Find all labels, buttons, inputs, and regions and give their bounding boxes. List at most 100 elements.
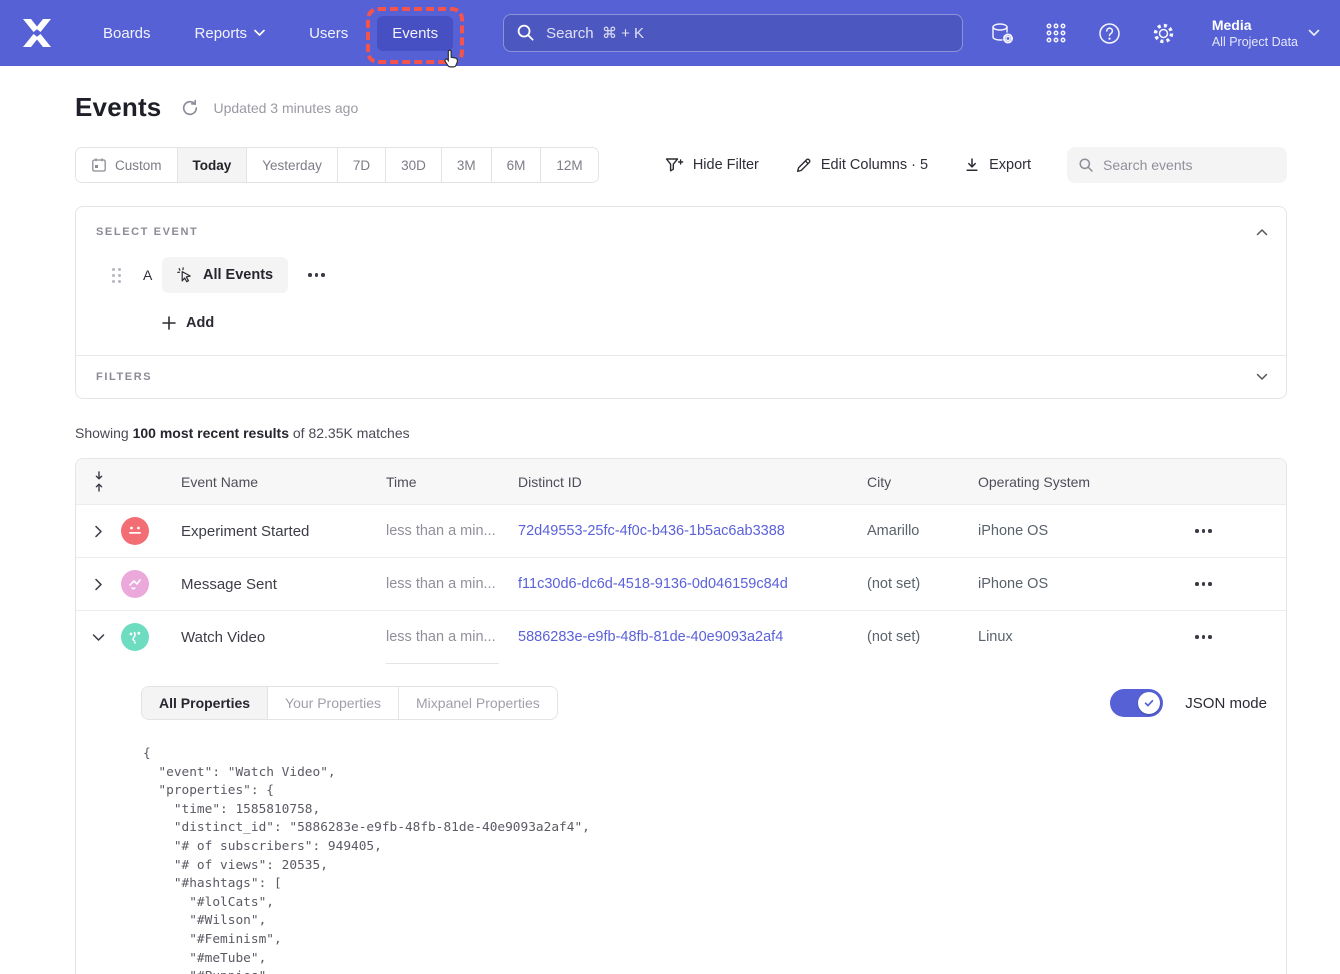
query-builder-card: SELECT EVENT A All Events Add <box>75 206 1287 399</box>
date-range-12m[interactable]: 12M <box>540 148 597 182</box>
refresh-icon[interactable] <box>181 99 199 117</box>
cell-city: (not set) <box>867 576 978 592</box>
cell-distinct-id-link[interactable]: 5886283e-e9fb-48fb-81de-40e9093a2af4 <box>518 629 783 645</box>
event-more-icon[interactable] <box>302 267 331 283</box>
expand-collapse-all-icon[interactable] <box>76 471 121 492</box>
cell-time: less than a min... <box>386 558 518 610</box>
filters-section-toggle[interactable]: FILTERS <box>76 356 1286 398</box>
project-switcher[interactable]: Media All Project Data <box>1212 16 1320 50</box>
nav-right-group: Media All Project Data <box>990 16 1320 50</box>
row-more-icon[interactable] <box>1189 523 1218 539</box>
search-icon <box>1078 157 1094 173</box>
nav-item-boards[interactable]: Boards <box>88 16 166 51</box>
cell-city: Amarillo <box>867 523 978 539</box>
row-more-icon[interactable] <box>1189 629 1218 645</box>
event-avatar <box>121 570 149 598</box>
col-city: City <box>867 474 978 490</box>
nav-menu: Boards Reports Users Events <box>88 16 453 51</box>
tab-mixpanel-properties[interactable]: Mixpanel Properties <box>398 687 557 719</box>
event-avatar <box>121 517 149 545</box>
cell-distinct-id-link[interactable]: f11c30d6-dc6d-4518-9136-0d046159c84d <box>518 576 788 592</box>
events-table: Event Name Time Distinct ID City Operati… <box>75 458 1287 974</box>
project-name: Media <box>1212 16 1298 34</box>
cell-os: Linux <box>978 629 1171 645</box>
global-search <box>503 14 963 52</box>
col-time: Time <box>386 474 518 490</box>
cell-event-name: Watch Video <box>181 629 386 646</box>
col-operating-system: Operating System <box>978 474 1171 490</box>
row-expand-icon[interactable] <box>76 525 121 538</box>
cell-time: less than a min... <box>386 611 518 663</box>
results-summary: Showing 100 most recent results of 82.35… <box>75 425 1287 441</box>
top-nav: Boards Reports Users Events <box>0 0 1340 66</box>
help-icon[interactable] <box>1098 22 1121 45</box>
date-range-30d[interactable]: 30D <box>385 148 441 182</box>
date-range-7d[interactable]: 7D <box>337 148 385 182</box>
filters-label: FILTERS <box>96 371 152 383</box>
table-row-expanded[interactable]: Watch Video less than a min... 5886283e-… <box>76 610 1286 663</box>
main-content: Events Updated 3 minutes ago Custom Toda… <box>0 92 1340 974</box>
cell-event-name: Experiment Started <box>181 523 386 540</box>
row-collapse-icon[interactable] <box>76 633 121 642</box>
tab-your-properties[interactable]: Your Properties <box>267 687 398 719</box>
nav-item-reports[interactable]: Reports <box>180 16 281 51</box>
date-range-6m[interactable]: 6M <box>491 148 541 182</box>
nav-item-users[interactable]: Users <box>294 16 363 51</box>
mixpanel-logo-icon[interactable] <box>20 19 54 47</box>
date-range-yesterday[interactable]: Yesterday <box>246 148 337 182</box>
table-header-row: Event Name Time Distinct ID City Operati… <box>76 459 1286 504</box>
download-icon <box>964 157 980 173</box>
cell-os: iPhone OS <box>978 523 1171 539</box>
cell-os: iPhone OS <box>978 576 1171 592</box>
add-event-button[interactable]: Add <box>162 315 242 331</box>
search-icon <box>516 23 535 42</box>
updated-status: Updated 3 minutes ago <box>213 100 358 116</box>
properties-tabs: All Properties Your Properties Mixpanel … <box>141 686 558 720</box>
event-selector-row: A All Events <box>112 257 1286 293</box>
event-chip-all-events[interactable]: All Events <box>162 257 288 293</box>
row-more-icon[interactable] <box>1189 576 1218 592</box>
data-management-icon[interactable] <box>990 22 1014 45</box>
nav-item-events[interactable]: Events <box>377 16 453 51</box>
cell-city: (not set) <box>867 629 978 645</box>
funnel-plus-icon <box>665 157 684 174</box>
date-range-3m[interactable]: 3M <box>441 148 491 182</box>
chevron-down-icon <box>254 29 265 37</box>
page-title: Events <box>75 92 161 123</box>
pencil-icon <box>795 157 812 174</box>
event-detail-panel: All Properties Your Properties Mixpanel … <box>76 663 1286 974</box>
json-mode-label: JSON mode <box>1185 695 1267 712</box>
date-range-today[interactable]: Today <box>177 148 247 182</box>
chevron-down-icon <box>1256 373 1268 381</box>
select-event-label: SELECT EVENT <box>96 226 198 238</box>
plus-icon <box>162 316 176 330</box>
event-row-letter: A <box>143 267 153 283</box>
export-button[interactable]: Export <box>964 157 1031 173</box>
event-avatar <box>121 623 149 651</box>
date-range-segmented: Custom Today Yesterday 7D 30D 3M 6M 12M <box>75 147 599 183</box>
chevron-down-icon <box>1308 29 1320 37</box>
search-events <box>1067 147 1287 183</box>
json-mode-toggle[interactable] <box>1110 689 1163 717</box>
col-distinct-id: Distinct ID <box>518 474 867 490</box>
edit-columns-button[interactable]: Edit Columns · 5 <box>795 157 928 174</box>
cell-distinct-id-link[interactable]: 72d49553-25fc-4f0c-b436-1b5ac6ab3388 <box>518 523 785 539</box>
toggle-knob-check-icon <box>1138 692 1160 714</box>
table-row[interactable]: Experiment Started less than a min... 72… <box>76 504 1286 557</box>
row-expand-icon[interactable] <box>76 578 121 591</box>
apps-grid-icon[interactable] <box>1045 22 1067 44</box>
search-events-input[interactable] <box>1067 147 1287 183</box>
cell-event-name: Message Sent <box>181 576 386 593</box>
cursor-hand-icon <box>443 48 461 69</box>
table-row[interactable]: Message Sent less than a min... f11c30d6… <box>76 557 1286 610</box>
settings-gear-icon[interactable] <box>1152 22 1175 45</box>
project-scope: All Project Data <box>1212 34 1298 50</box>
global-search-input[interactable] <box>503 14 963 52</box>
calendar-icon <box>91 157 107 173</box>
hide-filter-button[interactable]: Hide Filter <box>665 157 759 174</box>
date-range-custom[interactable]: Custom <box>76 148 177 182</box>
chevron-up-icon[interactable] <box>1256 228 1268 236</box>
drag-handle-icon[interactable] <box>112 268 121 283</box>
tab-all-properties[interactable]: All Properties <box>142 687 267 719</box>
cell-time: less than a min... <box>386 505 518 557</box>
